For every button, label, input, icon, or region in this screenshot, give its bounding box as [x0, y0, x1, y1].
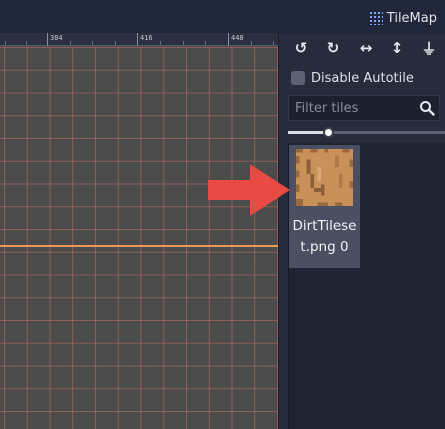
ruler-label: 416: [140, 34, 153, 42]
ruler-minor-tick: [205, 41, 206, 45]
x-axis-line: [0, 245, 278, 247]
flip-horizontal-button[interactable]: ↔: [356, 38, 376, 58]
disable-autotile-checkbox[interactable]: [291, 71, 305, 85]
top-bar: TileMap: [0, 0, 445, 33]
ruler-minor-tick: [70, 41, 71, 45]
tilemap-tab-label: TileMap: [386, 10, 437, 26]
clear-transform-button[interactable]: ⏚: [419, 38, 439, 58]
disable-autotile-label: Disable Autotile: [311, 70, 414, 86]
dirt-tile-thumbnail: [296, 149, 353, 206]
flip-horizontal-icon: ↔: [359, 39, 373, 57]
ruler-minor-tick: [251, 41, 252, 45]
ruler-minor-tick: [92, 41, 93, 45]
ruler-minor-tick: [183, 41, 184, 45]
tilemap-grid-icon: [369, 11, 383, 25]
tilemap-tab[interactable]: TileMap: [369, 9, 437, 27]
tile-list: DirtTileset.png 0: [288, 143, 445, 429]
canvas-viewport[interactable]: 384 416 448: [0, 33, 278, 429]
ruler-minor-tick: [273, 41, 274, 45]
tile-item[interactable]: DirtTileset.png 0: [289, 145, 360, 268]
rotate-right-icon: ↻: [326, 39, 340, 57]
tile-grid[interactable]: [0, 47, 278, 429]
horizontal-ruler[interactable]: 384 416 448: [0, 33, 278, 46]
tile-zoom-slider[interactable]: [288, 127, 445, 138]
clear-transform-icon: ⏚: [421, 39, 437, 58]
ruler-label: 448: [231, 34, 244, 42]
filter-tiles-box: [288, 95, 440, 121]
disable-autotile-option[interactable]: Disable Autotile: [291, 69, 414, 87]
filter-tiles-input[interactable]: [295, 100, 415, 116]
search-icon[interactable]: [419, 100, 435, 116]
rotate-right-button[interactable]: ↻: [323, 38, 343, 58]
tile-zoom-slider-fill: [288, 131, 328, 134]
ruler-tick: [137, 33, 138, 46]
ruler-tick: [228, 33, 229, 46]
rotate-left-button[interactable]: ↺: [291, 38, 311, 58]
ruler-minor-tick: [26, 41, 27, 45]
tile-item-label: DirtTileset.png 0: [292, 218, 357, 255]
ruler-minor-tick: [115, 41, 116, 45]
ruler-minor-tick: [5, 41, 6, 45]
tilemap-panel: ↺ ↻ ↔ ↕ ⏚ Disable Autotile Filter tiles …: [278, 33, 445, 429]
tile-zoom-slider-handle[interactable]: [322, 127, 334, 138]
flip-vertical-icon: ↕: [390, 39, 404, 57]
tile-transform-toolbar: ↺ ↻ ↔ ↕ ⏚: [279, 33, 445, 63]
flip-vertical-button[interactable]: ↕: [387, 38, 407, 58]
ruler-tick: [47, 33, 48, 46]
red-arrow-annotation: [208, 164, 290, 216]
rotate-left-icon: ↺: [294, 39, 308, 57]
ruler-minor-tick: [160, 41, 161, 45]
ruler-label: 384: [50, 34, 63, 42]
